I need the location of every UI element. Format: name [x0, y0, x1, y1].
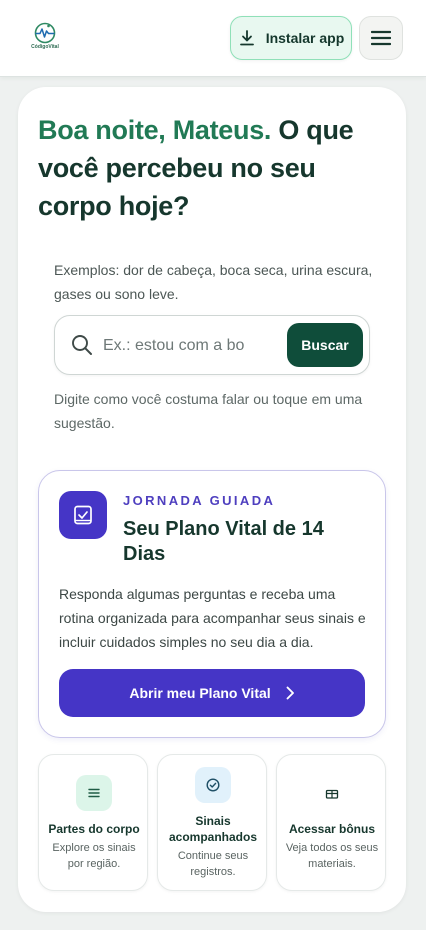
journey-title: Seu Plano Vital de 14 Dias	[123, 518, 324, 565]
hamburger-menu-icon	[371, 30, 391, 46]
tile-body-parts-icon-badge	[76, 775, 112, 811]
install-app-label: Instalar app	[265, 30, 345, 46]
tile-body-parts[interactable]: Partes do corpo Explore os sinais por re…	[38, 754, 148, 891]
top-bar: CódigoVital Instalar app	[0, 0, 426, 77]
chevron-right-icon	[286, 686, 294, 700]
symptom-search-input[interactable]	[103, 328, 283, 364]
tile-tracked-signs-title: Sinais acompanhados	[168, 814, 258, 844]
tile-bonus[interactable]: Acessar bônus Veja todos os seus materia…	[276, 754, 386, 891]
logo-icon	[34, 22, 56, 44]
examples-text: Exemplos: dor de cabeça, boca seca, urin…	[54, 262, 373, 302]
install-app-button[interactable]: Instalar app	[230, 16, 352, 60]
page-title: Boa noite, Mateus. O que você percebeu n…	[38, 111, 390, 225]
app-logo[interactable]: CódigoVital	[31, 22, 59, 52]
tile-body-parts-subtitle: Explore os sinais por região.	[52, 842, 136, 870]
search-hint: Digite como você costuma falar ou toque …	[54, 391, 363, 431]
logo-text: CódigoVital	[31, 44, 59, 50]
tile-bonus-title: Acessar bônus	[288, 822, 376, 836]
checklist-icon	[74, 505, 92, 525]
search-button[interactable]: Buscar	[287, 323, 363, 367]
list-icon	[88, 788, 100, 798]
journey-eyebrow: JORNADA GUIADA	[123, 493, 276, 508]
search-icon	[72, 335, 92, 355]
journey-icon-badge	[59, 491, 107, 539]
download-icon	[239, 30, 254, 46]
journey-description: Responda algumas perguntas e receba uma …	[59, 586, 366, 650]
tile-body-parts-title: Partes do corpo	[48, 822, 140, 836]
tile-bonus-icon-badge	[314, 775, 350, 811]
greeting-text: Boa noite, Mateus.	[38, 115, 272, 145]
open-vital-plan-label: Abrir meu Plano Vital	[129, 685, 271, 701]
main-card: Boa noite, Mateus. O que você percebeu n…	[18, 87, 406, 912]
guided-journey-card: JORNADA GUIADA Seu Plano Vital de 14 Dia…	[38, 470, 386, 738]
tile-tracked-signs-subtitle: Continue seus registros.	[177, 850, 249, 878]
gift-icon	[325, 789, 339, 799]
check-circle-icon	[206, 778, 220, 792]
search-box: Buscar	[54, 315, 370, 375]
tile-tracked-signs[interactable]: Sinais acompanhados Continue seus regist…	[157, 754, 267, 891]
open-vital-plan-button[interactable]: Abrir meu Plano Vital	[59, 669, 365, 717]
tile-bonus-subtitle: Veja todos os seus materiais.	[285, 842, 379, 870]
menu-button[interactable]	[359, 16, 403, 60]
tile-tracked-signs-icon-badge	[195, 767, 231, 803]
